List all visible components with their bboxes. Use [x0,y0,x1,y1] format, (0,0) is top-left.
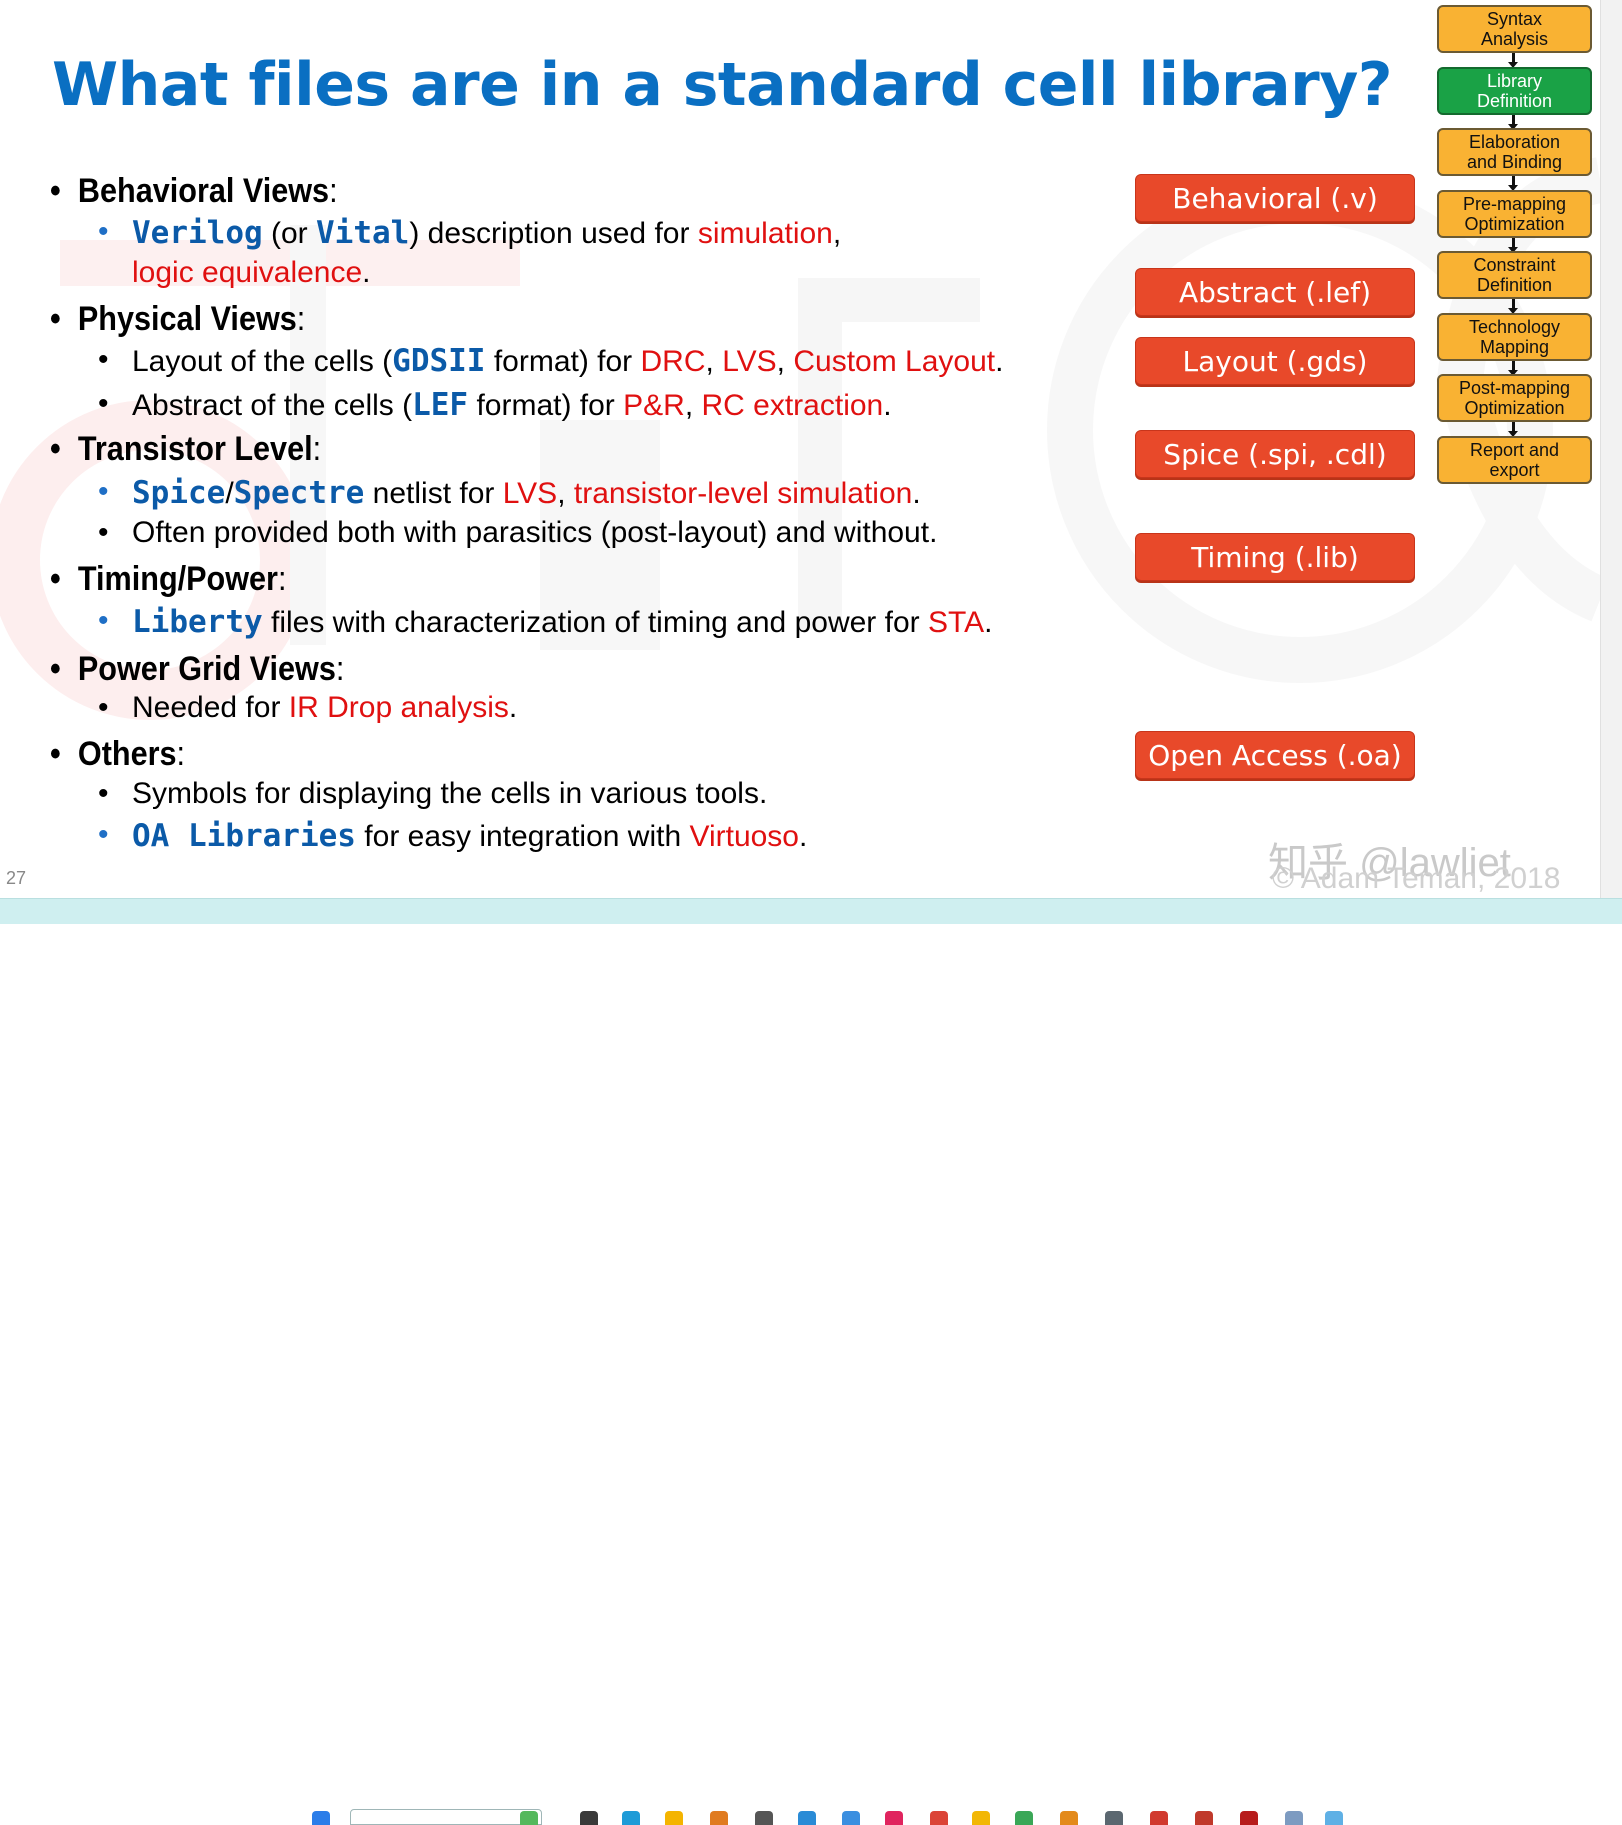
edge-icon[interactable] [622,1811,640,1825]
vertical-scrollbar[interactable] [1600,0,1622,898]
sub-bullet-marker: • [98,387,109,420]
bullet-marker: • [50,650,61,688]
app-icon[interactable] [885,1811,903,1825]
sub-bullet-text: Liberty files with characterization of t… [132,604,993,640]
bullet-heading-text: Power Grid Views: [77,650,345,688]
sub-bullet-text: Abstract of the cells (LEF format) for P… [132,387,892,423]
app-icon[interactable] [1325,1811,1343,1825]
sub-bullet-text: Verilog (or Vital) description used for … [132,215,842,251]
bullet-heading-text: Timing/Power: [77,560,287,598]
flow-arrow [1508,238,1518,253]
chrome-icon[interactable] [930,1811,948,1825]
slide-number: 27 [6,868,27,888]
app-icon[interactable] [1060,1811,1078,1825]
flow-step: Report and export [1437,436,1592,484]
bullet-heading-text: Others: [77,735,186,773]
format-box: Abstract (.lef) [1135,268,1415,316]
format-box: Layout (.gds) [1135,337,1415,385]
bullet-marker: • [50,735,61,773]
sub-bullet-marker: • [98,604,109,637]
flow-arrow [1508,299,1518,314]
sub-bullet-text: Often provided both with parasitics (pos… [132,516,938,549]
sub-bullet-marker: • [98,516,109,549]
flow-step: Elaboration and Binding [1437,128,1592,176]
app-icon[interactable] [1285,1811,1303,1825]
flow-step: Technology Mapping [1437,313,1592,361]
explorer-icon[interactable] [665,1811,683,1825]
bullet-heading-text: Behavioral Views: [77,172,338,210]
bullet-marker: • [50,300,61,338]
flow-step: Library Definition [1437,67,1592,115]
app-icon[interactable] [710,1811,728,1825]
format-box: Open Access (.oa) [1135,731,1415,779]
bullet-heading-text: Transistor Level: [77,430,322,468]
sub-bullet-marker: • [98,818,109,851]
sub-bullet-marker: • [98,691,109,724]
sub-bullet-text: Spice/Spectre netlist for LVS, transisto… [132,475,921,511]
app-icon[interactable] [1195,1811,1213,1825]
bullet-marker: • [50,172,61,210]
start-icon[interactable] [312,1811,330,1825]
flow-arrow [1508,53,1518,68]
bullet-marker: • [50,560,61,598]
flow-arrow [1508,176,1518,191]
page-title: What files are in a standard cell librar… [52,50,1393,120]
sub-bullet-text: Needed for IR Drop analysis. [132,691,518,724]
sub-bullet-marker: • [98,777,109,810]
format-box: Timing (.lib) [1135,533,1415,581]
copyright-text: © Adam Teman, 2018 [1272,862,1561,895]
sub-bullet-marker: • [98,215,109,248]
flow-step: Syntax Analysis [1437,5,1592,53]
flow-arrow [1508,361,1518,376]
app-icon[interactable] [1240,1811,1258,1825]
slide: What files are in a standard cell librar… [0,0,1600,898]
flow-step: Constraint Definition [1437,251,1592,299]
flow-arrow [1508,115,1518,130]
flow-step: Pre-mapping Optimization [1437,190,1592,238]
sub-bullet-marker: • [98,475,109,508]
vscode-icon[interactable] [798,1811,816,1825]
taskbar [0,898,1622,1825]
flow-step: Post-mapping Optimization [1437,374,1592,422]
sub-bullet-text: Layout of the cells (GDSII format) for D… [132,343,1004,379]
sub-bullet-text: OA Libraries for easy integration with V… [132,818,808,854]
flow-arrow [1508,422,1518,437]
taskview-icon[interactable] [580,1811,598,1825]
widgets-icon[interactable] [520,1811,538,1825]
bullet-heading-text: Physical Views: [77,300,306,338]
app-icon[interactable] [1015,1811,1033,1825]
app-icon[interactable] [1105,1811,1123,1825]
bullet-marker: • [50,430,61,468]
sub-bullet-text: Symbols for displaying the cells in vari… [132,777,768,810]
format-box: Behavioral (.v) [1135,174,1415,222]
sub-bullet-text: logic equivalence. [132,256,371,289]
format-box: Spice (.spi, .cdl) [1135,430,1415,478]
search-icon[interactable] [350,1809,542,1825]
sub-bullet-marker: • [98,343,109,376]
app-icon[interactable] [842,1811,860,1825]
app-icon[interactable] [755,1811,773,1825]
app-icon[interactable] [1150,1811,1168,1825]
app-icon[interactable] [972,1811,990,1825]
